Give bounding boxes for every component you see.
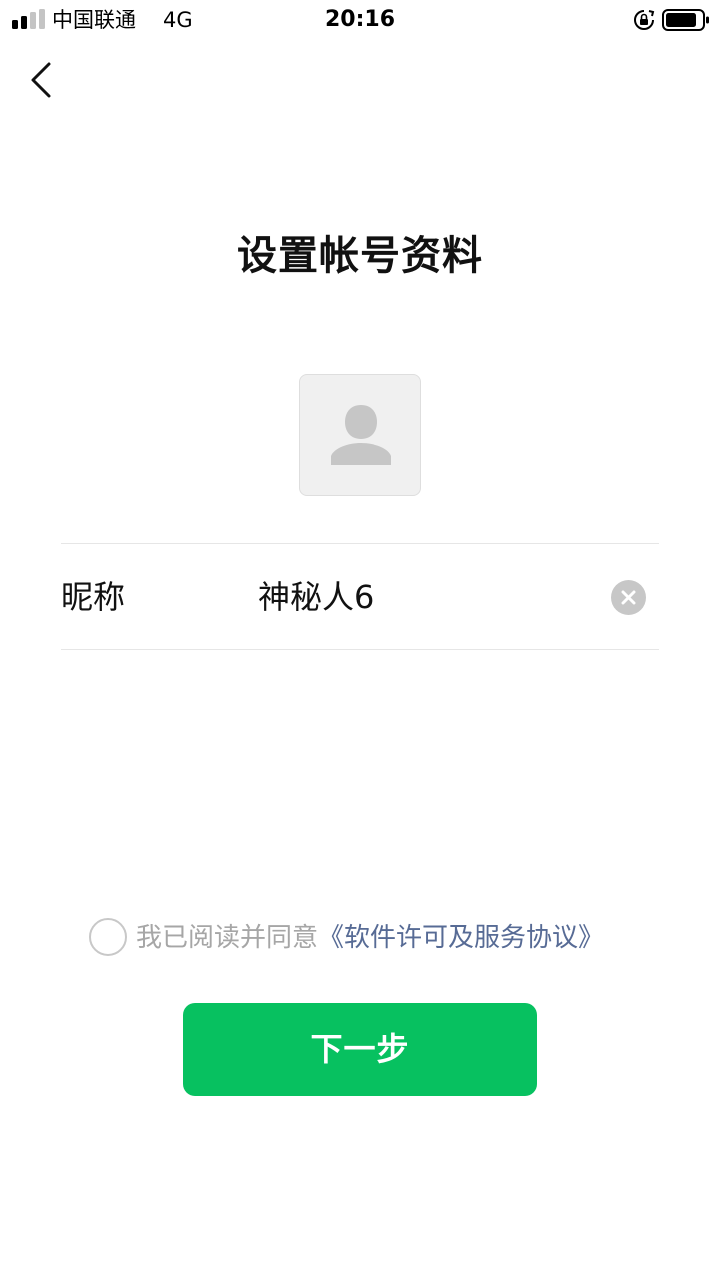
screen: 中国联通 4G 20:16 设置帐号资料 昵称 神秘人6 我已阅读并同意《软件许… <box>0 0 720 1280</box>
nickname-label: 昵称 <box>61 578 126 616</box>
next-button[interactable]: 下一步 <box>183 1003 537 1096</box>
agreement-link[interactable]: 《软件许可及服务协议》 <box>318 923 604 953</box>
rotation-lock-icon <box>634 10 655 30</box>
status-bar: 中国联通 4G 20:16 <box>0 0 720 40</box>
signal-bars-icon <box>12 9 45 29</box>
page-title: 设置帐号资料 <box>237 233 483 279</box>
form-divider-top <box>61 543 659 544</box>
avatar-upload[interactable] <box>299 374 421 496</box>
clear-circle-icon[interactable] <box>611 580 646 615</box>
agreement-checkbox[interactable] <box>89 918 127 956</box>
carrier-name: 中国联通 <box>52 8 136 32</box>
battery-icon <box>662 9 709 31</box>
agreement-prefix: 我已阅读并同意 <box>136 923 319 953</box>
status-time: 20:16 <box>324 7 396 32</box>
nickname-input[interactable] <box>258 572 598 622</box>
form-divider-bottom <box>61 649 659 650</box>
network-type: 4G <box>163 8 193 32</box>
back-button[interactable] <box>22 58 62 102</box>
agreement-text: 我已阅读并同意《软件许可及服务协议》 <box>136 920 604 956</box>
person-placeholder-icon <box>331 405 391 465</box>
